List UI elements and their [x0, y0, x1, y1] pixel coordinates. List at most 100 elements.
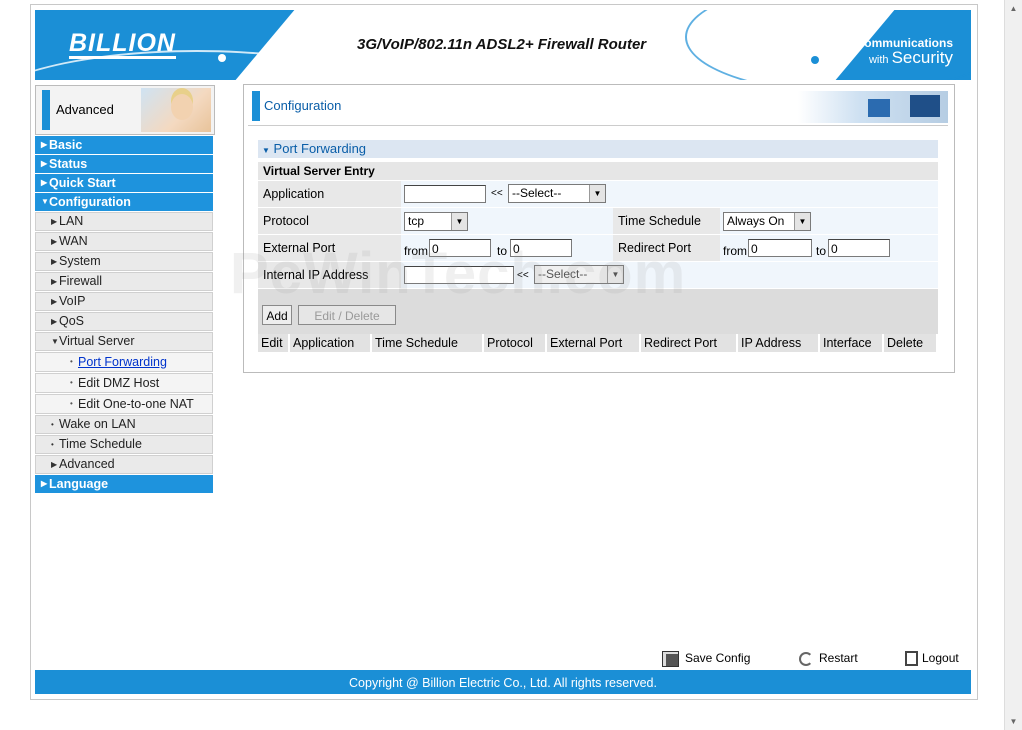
- section-header[interactable]: ▼ Port Forwarding: [258, 140, 938, 158]
- sidebar-item-port-forwarding[interactable]: • Port Forwarding: [35, 352, 213, 372]
- bullet-icon: •: [51, 440, 54, 449]
- page-title: Configuration: [264, 98, 342, 113]
- protocol-value-cell: tcp ▼: [401, 208, 613, 234]
- content-title-bar: [252, 91, 260, 121]
- column-header-redirect-port: Redirect Port: [641, 334, 738, 352]
- chevron-right-icon: ▶: [41, 140, 48, 149]
- chevron-right-icon: ▶: [41, 178, 48, 187]
- edit-delete-button[interactable]: Edit / Delete: [298, 305, 396, 325]
- sidebar-item-label: Firewall: [59, 274, 103, 288]
- logout-button[interactable]: Logout: [905, 649, 959, 669]
- arrow-text: <<: [491, 188, 503, 199]
- sidebar-item-label: QoS: [59, 314, 85, 328]
- chevron-down-icon: ▼: [451, 213, 467, 230]
- table-header: Edit Application Time Schedule Protocol Exte…: [258, 334, 938, 352]
- content-panel: Configuration ▼ Port Forwarding Virtual …: [243, 84, 955, 373]
- office-image: [798, 91, 948, 123]
- product-title: 3G/VoIP/802.11n ADSL2+ Firewall Router: [357, 36, 647, 53]
- chevron-right-icon: ▶: [51, 297, 58, 306]
- sidebar-item-label: Advanced: [59, 457, 115, 471]
- chevron-right-icon: ▶: [51, 257, 58, 266]
- user-photo: [141, 88, 211, 132]
- column-header-delete: Delete: [884, 334, 938, 352]
- redirect-port-to-input[interactable]: 0: [828, 239, 890, 257]
- billion-logo: BILLION: [69, 29, 176, 59]
- add-button[interactable]: Add: [262, 305, 292, 325]
- sidebar-item-advanced[interactable]: ▶ Advanced: [35, 455, 213, 474]
- vertical-scrollbar[interactable]: ▲ ▼: [1004, 0, 1022, 730]
- sidebar-item-wan[interactable]: ▶ WAN: [35, 232, 213, 251]
- sidebar-item-label: System: [59, 254, 101, 268]
- sidebar-item-time-schedule[interactable]: • Time Schedule: [35, 435, 213, 454]
- application-label: Application: [258, 181, 401, 207]
- redirect-port-from-input[interactable]: 0: [748, 239, 812, 257]
- sidebar-item-qos[interactable]: ▶ QoS: [35, 312, 213, 331]
- floppy-disk-icon: [662, 650, 679, 667]
- chevron-right-icon: ▶: [41, 159, 48, 168]
- restart-button[interactable]: Restart: [799, 649, 858, 669]
- sidebar-item-virtual-server[interactable]: ▼ Virtual Server: [35, 332, 213, 351]
- protocol-label: Protocol: [258, 208, 401, 234]
- sidebar-item-lan[interactable]: ▶ LAN: [35, 212, 213, 231]
- time-schedule-label: Time Schedule: [613, 208, 720, 234]
- copyright-text: Copyright @ Billion Electric Co., Ltd. A…: [349, 676, 657, 690]
- bullet-icon: •: [70, 378, 73, 387]
- protocol-select-value: tcp: [408, 214, 425, 228]
- sidebar-item-label: Time Schedule: [59, 437, 142, 451]
- mode-label: Advanced: [56, 102, 114, 117]
- sidebar-item-basic[interactable]: ▶ Basic: [35, 136, 213, 154]
- sidebar-item-quick-start[interactable]: ▶ Quick Start: [35, 174, 213, 192]
- application-select[interactable]: --Select-- ▼: [508, 184, 606, 203]
- mode-panel: Advanced: [35, 85, 215, 135]
- sidebar-item-label: Quick Start: [49, 176, 116, 190]
- logout-icon: [905, 651, 918, 667]
- sidebar-item-label: Language: [49, 477, 109, 491]
- sidebar-item-language[interactable]: ▶ Language: [35, 475, 213, 493]
- chevron-right-icon: ▶: [51, 277, 58, 286]
- watermark-text: PcWinTech.com: [230, 241, 687, 306]
- time-schedule-select[interactable]: Always On ▼: [723, 212, 811, 231]
- scroll-up-icon[interactable]: ▲: [1007, 2, 1020, 15]
- mode-bar: [42, 90, 50, 130]
- sidebar-item-wake-on-lan[interactable]: • Wake on LAN: [35, 415, 213, 434]
- chevron-right-icon: ▶: [51, 460, 58, 469]
- bullet-icon: •: [70, 357, 73, 366]
- application-value-cell: << --Select-- ▼: [401, 181, 938, 207]
- time-schedule-select-value: Always On: [727, 214, 785, 228]
- restart-icon: [799, 651, 813, 666]
- redirect-port-cell: from 0 to 0: [720, 235, 938, 261]
- column-header-application: Application: [290, 334, 372, 352]
- save-config-button[interactable]: Save Config: [662, 649, 750, 669]
- scroll-down-icon[interactable]: ▼: [1007, 715, 1020, 728]
- sidebar-item-firewall[interactable]: ▶ Firewall: [35, 272, 213, 291]
- from-label: from: [723, 244, 747, 258]
- chevron-right-icon: ▶: [51, 237, 58, 246]
- column-header-time-schedule: Time Schedule: [372, 334, 484, 352]
- chevron-down-icon: ▼: [51, 337, 59, 346]
- sidebar-item-system[interactable]: ▶ System: [35, 252, 213, 271]
- application-input[interactable]: [404, 185, 486, 203]
- divider: [248, 125, 948, 126]
- column-header-protocol: Protocol: [484, 334, 547, 352]
- sidebar-item-label: Edit DMZ Host: [78, 376, 160, 390]
- protocol-row: Protocol tcp ▼ Time Schedule Always On ▼: [258, 208, 938, 234]
- bullet-icon: •: [70, 399, 73, 408]
- column-header-external-port: External Port: [547, 334, 641, 352]
- sidebar-item-edit-one-to-one-nat[interactable]: • Edit One-to-one NAT: [35, 394, 213, 414]
- chevron-right-icon: ▶: [51, 217, 58, 226]
- sidebar-item-label: Configuration: [49, 195, 131, 209]
- chevron-right-icon: ▶: [41, 479, 48, 488]
- sidebar-item-label: Wake on LAN: [59, 417, 136, 431]
- sidebar-item-status[interactable]: ▶ Status: [35, 155, 213, 173]
- protocol-select[interactable]: tcp ▼: [404, 212, 468, 231]
- collapse-icon: ▼: [262, 146, 270, 155]
- sidebar-item-voip[interactable]: ▶ VoIP: [35, 292, 213, 311]
- chevron-right-icon: ▶: [51, 317, 58, 326]
- sidebar-item-label: Virtual Server: [59, 334, 135, 348]
- sidebar-item-label: LAN: [59, 214, 84, 228]
- chevron-down-icon: ▼: [794, 213, 810, 230]
- sidebar-item-label: Edit One-to-one NAT: [78, 397, 194, 411]
- sidebar-item-configuration[interactable]: ▼ Configuration: [35, 193, 213, 211]
- sidebar-item-edit-dmz-host[interactable]: • Edit DMZ Host: [35, 373, 213, 393]
- time-schedule-value-cell: Always On ▼: [720, 208, 938, 234]
